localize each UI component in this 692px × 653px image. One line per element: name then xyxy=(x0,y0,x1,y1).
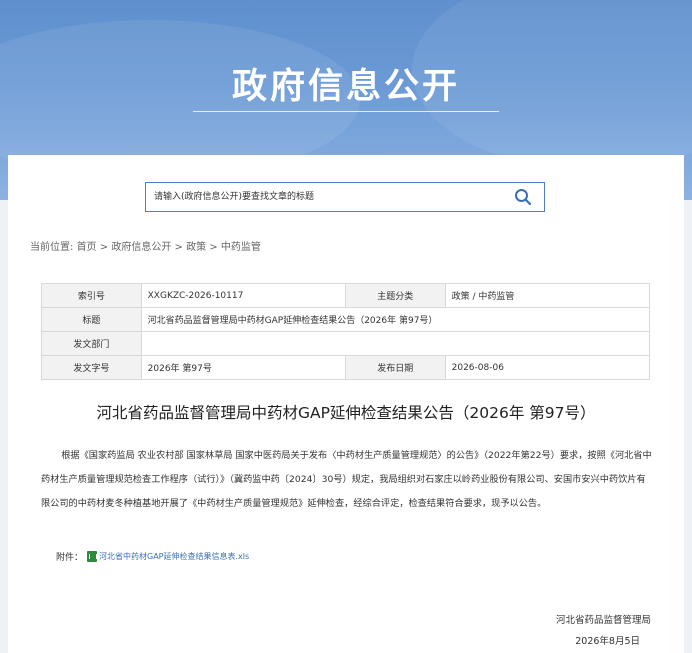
search-bar xyxy=(145,182,545,212)
breadcrumb: 当前位置: 首页 > 政府信息公开 > 政策 > 中药监管 xyxy=(30,238,261,253)
search-input[interactable] xyxy=(146,183,506,211)
breadcrumb-separator: > xyxy=(209,242,218,253)
docno-label: 发文字号 xyxy=(41,355,142,380)
category-value: 政策 / 中药监管 xyxy=(444,283,651,308)
breadcrumb-separator: > xyxy=(174,242,183,253)
signature-date: 2026年8月5日 xyxy=(575,636,640,647)
docno-value: 2026年 第97号 xyxy=(140,355,346,380)
content-panel: 当前位置: 首页 > 政府信息公开 > 政策 > 中药监管 索引号 XXGKZC… xyxy=(8,155,684,653)
article-body: 根据《国家药监局 农业农村部 国家林草局 国家中医药局关于发布〈中药材生产质量管… xyxy=(41,450,652,509)
table-row: 索引号 XXGKZC-2026-10117 主题分类 政策 / 中药监管 xyxy=(41,283,651,308)
banner-underline xyxy=(193,111,499,112)
table-row: 发文字号 2026年 第97号 发布日期 2026-08-06 xyxy=(41,355,651,380)
table-row: 标题 河北省药品监督管理局中药材GAP延伸检查结果公告（2026年 第97号） xyxy=(41,307,651,332)
breadcrumb-item-tcm[interactable]: 中药监管 xyxy=(221,242,261,253)
breadcrumb-prefix: 当前位置: xyxy=(30,242,74,253)
article-title: 河北省药品监督管理局中药材GAP延伸检查结果公告（2026年 第97号） xyxy=(96,404,596,422)
excel-file-icon xyxy=(87,551,98,562)
dept-value xyxy=(140,331,651,356)
table-row: 发文部门 xyxy=(41,331,651,356)
title-value: 河北省药品监督管理局中药材GAP延伸检查结果公告（2026年 第97号） xyxy=(140,307,651,332)
date-value: 2026-08-06 xyxy=(444,355,651,380)
banner-title: 政府信息公开 xyxy=(231,67,460,107)
info-table: 索引号 XXGKZC-2026-10117 主题分类 政策 / 中药监管 标题 … xyxy=(41,283,651,380)
index-label: 索引号 xyxy=(41,283,142,308)
search-icon[interactable] xyxy=(514,188,532,206)
breadcrumb-separator: > xyxy=(99,242,109,253)
breadcrumb-item-gov-info[interactable]: 政府信息公开 xyxy=(111,242,171,253)
attachment-label: 附件： xyxy=(56,553,84,563)
breadcrumb-item-policy[interactable]: 政策 xyxy=(186,242,206,253)
attachment-link[interactable]: 河北省中药材GAP延伸检查结果信息表.xls xyxy=(99,551,249,562)
attachment-row: 附件： 河北省中药材GAP延伸检查结果信息表.xls xyxy=(56,550,249,563)
index-value: XXGKZC-2026-10117 xyxy=(140,283,346,308)
signature-org: 河北省药品监督管理局 xyxy=(555,615,651,626)
dept-label: 发文部门 xyxy=(41,331,142,356)
title-label: 标题 xyxy=(41,307,142,332)
breadcrumb-item-home[interactable]: 首页 xyxy=(77,242,97,253)
category-label: 主题分类 xyxy=(344,283,446,308)
date-label: 发布日期 xyxy=(344,355,446,380)
